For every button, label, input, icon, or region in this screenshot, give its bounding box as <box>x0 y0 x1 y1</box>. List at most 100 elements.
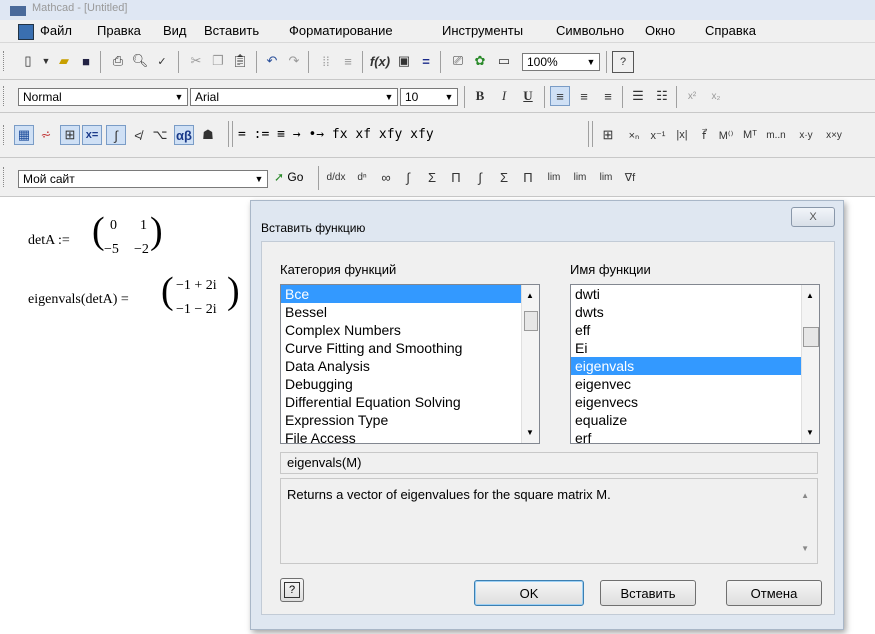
scroll-up-icon[interactable]: ▲ <box>801 491 809 500</box>
align-down-icon[interactable]: ≡ <box>338 51 358 71</box>
list-item[interactable]: Curve Fitting and Smoothing <box>281 339 539 357</box>
menu-file[interactable]: Файл <box>40 23 72 38</box>
align-right-icon[interactable]: ≡ <box>598 86 618 106</box>
list-item[interactable]: Все <box>281 285 539 303</box>
print-preview-icon[interactable]: 🔍︎ <box>130 51 150 71</box>
definite-integral-icon[interactable]: ∫ <box>398 167 418 187</box>
evaluation-icon[interactable]: x= <box>82 125 102 145</box>
list-item[interactable]: Differential Equation Solving <box>281 393 539 411</box>
list-item[interactable]: eigenvecs <box>571 393 819 411</box>
close-button[interactable]: X <box>791 207 835 227</box>
zoom-select[interactable]: 100% ▼ <box>522 53 600 71</box>
determinant-icon[interactable]: |x| <box>672 125 692 145</box>
inverse-icon[interactable]: x⁻¹ <box>648 125 668 145</box>
scroll-up-icon[interactable]: ▲ <box>526 291 534 300</box>
toolbar-grip[interactable] <box>3 86 7 106</box>
list-item[interactable]: Ei <box>571 339 819 357</box>
scroll-down-icon[interactable]: ▼ <box>806 428 814 437</box>
style-select[interactable]: Normal ▼ <box>18 88 188 106</box>
cancel-button[interactable]: Отмена <box>726 580 822 606</box>
document-icon[interactable] <box>18 24 34 40</box>
list-item[interactable]: eigenvec <box>571 375 819 393</box>
list-item[interactable]: Data Analysis <box>281 357 539 375</box>
numbering-icon[interactable]: ☷ <box>652 86 672 106</box>
nth-derivative-icon[interactable]: dⁿ <box>352 167 372 187</box>
menu-format[interactable]: Форматирование <box>289 23 393 38</box>
save-icon[interactable]: ■ <box>76 51 96 71</box>
menu-help[interactable]: Справка <box>705 23 756 38</box>
definition-operators[interactable]: = := ≡ → •→ fx xf xfy xfy <box>238 127 434 142</box>
list-item[interactable]: dwts <box>571 303 819 321</box>
cut-icon[interactable]: ✂ <box>186 51 206 71</box>
paste-icon[interactable]: 📋︎ <box>230 51 250 71</box>
copy-icon[interactable]: ❐ <box>208 51 228 71</box>
function-scrollbar[interactable]: ▲ ▼ <box>801 285 819 443</box>
indefinite-integral-icon[interactable]: ∫ <box>470 167 490 187</box>
calculate-icon[interactable]: = <box>416 51 436 71</box>
list-item[interactable]: Complex Numbers <box>281 321 539 339</box>
cross-product-icon[interactable]: x×y <box>824 125 844 145</box>
insert-function-icon[interactable]: f(x) <box>370 51 390 71</box>
hyperlink-icon[interactable]: ▭ <box>494 51 514 71</box>
range-icon[interactable]: m..n <box>766 125 786 145</box>
insert-button[interactable]: Вставить <box>600 580 696 606</box>
calculus-icon[interactable]: ∫ <box>106 125 126 145</box>
list-item[interactable]: Expression Type <box>281 411 539 429</box>
font-select[interactable]: Arial ▼ <box>190 88 398 106</box>
list-item[interactable]: eff <box>571 321 819 339</box>
list-item[interactable]: Bessel <box>281 303 539 321</box>
category-list[interactable]: Все Bessel Complex Numbers Curve Fitting… <box>280 284 540 444</box>
graph-icon[interactable]: ⩫ <box>36 125 56 145</box>
resources-select[interactable]: Мой сайт ▼ <box>18 170 268 188</box>
range-product-icon[interactable]: Π <box>518 167 538 187</box>
derivative-icon[interactable]: d/dx <box>326 167 346 187</box>
scroll-up-icon[interactable]: ▲ <box>806 291 814 300</box>
subscript-icon[interactable]: x₂ <box>706 86 726 106</box>
scroll-thumb[interactable] <box>803 327 819 347</box>
subscript-op-icon[interactable]: ×ₙ <box>624 125 644 145</box>
scroll-down-icon[interactable]: ▼ <box>801 544 809 553</box>
underline-button[interactable]: U <box>518 86 538 106</box>
menu-tools[interactable]: Инструменты <box>442 23 523 38</box>
undo-icon[interactable]: ↶ <box>262 51 282 71</box>
list-item[interactable]: Debugging <box>281 375 539 393</box>
list-item[interactable]: File Access <box>281 429 539 443</box>
vectorize-icon[interactable]: f⃗ <box>694 125 714 145</box>
insert-matrix-icon[interactable]: ⊞ <box>598 125 618 145</box>
insert-component-icon[interactable]: ⎚ <box>448 51 468 71</box>
gradient-icon[interactable]: ∇f <box>620 167 640 187</box>
column-icon[interactable]: M⁽⁾ <box>716 125 736 145</box>
range-sum-icon[interactable]: Σ <box>494 167 514 187</box>
spellcheck-icon[interactable]: ✓ <box>152 51 172 71</box>
dot-product-icon[interactable]: x·y <box>796 125 816 145</box>
worksheet[interactable]: detA := ( 0 1 −5 −2 ) eigenvals(detA) = … <box>0 198 262 634</box>
menu-insert[interactable]: Вставить <box>204 23 259 38</box>
programming-icon[interactable]: ⌥ <box>150 125 170 145</box>
redo-icon[interactable]: ↷ <box>284 51 304 71</box>
align-across-icon[interactable]: ⁞⁞ <box>316 51 336 71</box>
toolbar-grip[interactable] <box>3 125 7 145</box>
list-item[interactable]: dwti <box>571 285 819 303</box>
calculator-icon[interactable]: ▦ <box>14 125 34 145</box>
function-list[interactable]: dwti dwts eff Ei eigenvals eigenvec eige… <box>570 284 820 444</box>
scroll-down-icon[interactable]: ▼ <box>526 428 534 437</box>
go-button[interactable]: ➚ Go <box>274 170 303 184</box>
list-item[interactable]: erf <box>571 429 819 443</box>
superscript-icon[interactable]: x² <box>682 86 702 106</box>
menu-window[interactable]: Окно <box>645 23 675 38</box>
toolbar-grip[interactable] <box>3 51 7 71</box>
left-limit-icon[interactable]: lim <box>596 167 616 187</box>
ok-button[interactable]: OK <box>474 580 584 606</box>
font-size-select[interactable]: 10 ▼ <box>400 88 458 106</box>
insert-unit-icon[interactable]: ▣ <box>394 51 414 71</box>
align-center-icon[interactable]: ≡ <box>574 86 594 106</box>
infinity-icon[interactable]: ∞ <box>376 167 396 187</box>
list-item[interactable]: equalize <box>571 411 819 429</box>
right-limit-icon[interactable]: lim <box>570 167 590 187</box>
greek-icon[interactable]: αβ <box>174 125 194 145</box>
new-icon[interactable]: ▯ <box>18 51 38 71</box>
symbolic-icon[interactable]: ☗ <box>198 125 218 145</box>
italic-button[interactable]: I <box>494 86 514 106</box>
open-icon[interactable]: ▰ <box>54 51 74 71</box>
menu-edit[interactable]: Правка <box>97 23 141 38</box>
